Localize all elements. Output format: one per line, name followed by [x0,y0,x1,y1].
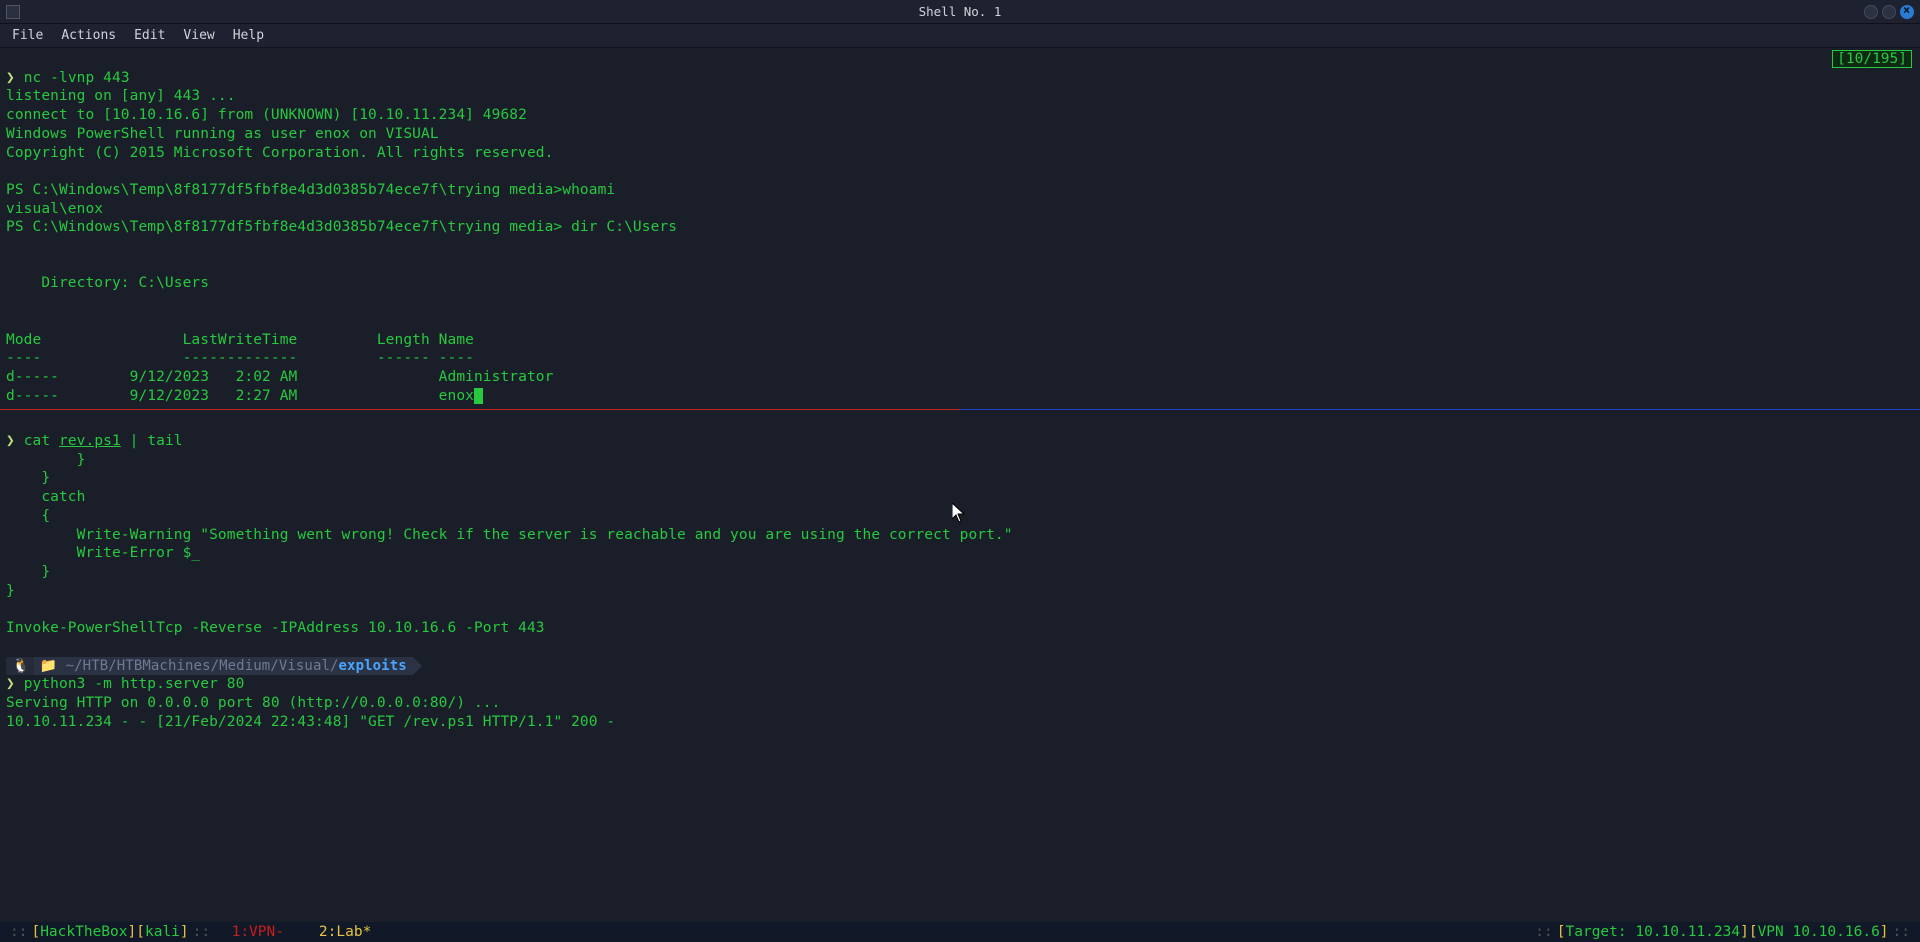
table-row: d----- 9/12/2023 2:27 AM enox [6,388,483,404]
out-serving: Serving HTTP on 0.0.0.0 port 80 (http://… [6,695,500,711]
status-vpn: VPN 10.10.16.6 [1758,924,1880,940]
code-output: } } catch { Write-Warning "Something wen… [6,452,1013,636]
menu-view[interactable]: View [175,26,222,45]
folder-icon: 📁 ~/HTB/HTBMachines/Medium/Visual/exploi… [34,657,413,676]
out-psuser: Windows PowerShell running as user enox … [6,126,439,142]
pane-divider [0,409,1920,410]
table-dash: ---- ------------- ------ ---- [6,350,474,366]
out-listen: listening on [any] 443 ... [6,88,236,104]
out-copyright: Copyright (C) 2015 Microsoft Corporation… [6,145,553,161]
cmd-nc: nc -lvnp 443 [24,70,130,86]
app-icon [6,5,20,19]
table-row: d----- 9/12/2023 2:02 AM Administrator [6,369,553,385]
terminal-pane-top[interactable]: ❯ nc -lvnp 443 listening on [any] 443 ..… [0,48,1920,405]
tmux-window-1[interactable]: 1:VPN- [232,924,284,940]
ps-prompt-dir: PS C:\Windows\Temp\8f8177df5fbf8e4d3d038… [6,219,677,235]
tmux-window-2[interactable]: 2:Lab* [319,924,371,940]
menu-edit[interactable]: Edit [126,26,173,45]
minimize-button[interactable] [1864,5,1878,19]
menu-file[interactable]: File [4,26,51,45]
titlebar: Shell No. 1 [0,0,1920,24]
close-button[interactable] [1900,5,1914,19]
out-connect: connect to [10.10.16.6] from (UNKNOWN) [… [6,107,527,123]
status-session: HackTheBox [40,924,127,940]
cursor-block [474,388,483,404]
status-target: Target: 10.10.11.234 [1566,924,1741,940]
out-whoami: visual\enox [6,201,103,217]
cmd-httpserver: python3 -m http.server 80 [24,676,245,692]
ps-prompt-whoami: PS C:\Windows\Temp\8f8177df5fbf8e4d3d038… [6,182,615,198]
chevron-right-icon [413,657,422,675]
window-title: Shell No. 1 [919,4,1002,19]
filename-rev-ps1: rev.ps1 [59,433,121,449]
tmux-statusbar: ::[HackTheBox][kali]:: 1:VPN- 2:Lab* ::[… [0,922,1920,942]
maximize-button[interactable] [1882,5,1896,19]
status-host: kali [145,924,180,940]
menubar: File Actions Edit View Help [0,24,1920,48]
menu-help[interactable]: Help [225,26,272,45]
search-counter: [10/195] [1832,50,1912,68]
terminal-pane-middle[interactable]: ❯ cat rev.ps1 | tail } } catch { Write-W… [0,411,1920,731]
window-controls [1864,5,1914,19]
table-header: Mode LastWriteTime Length Name [6,332,474,348]
out-dir-header: Directory: C:\Users [6,275,209,291]
out-get: 10.10.11.234 - - [21/Feb/2024 22:43:48] … [6,714,615,730]
menu-actions[interactable]: Actions [53,26,124,45]
tux-icon: 🐧 [6,657,34,676]
cwd-breadcrumb: 🐧📁 ~/HTB/HTBMachines/Medium/Visual/explo… [6,657,422,675]
